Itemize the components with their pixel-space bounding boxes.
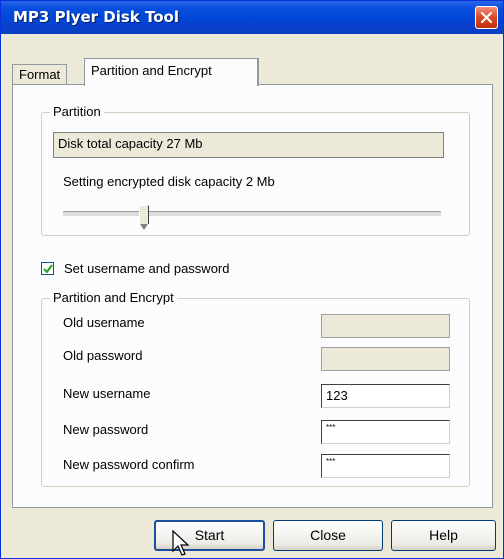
title-bar[interactable]: MP3 Plyer Disk Tool <box>1 1 503 34</box>
mouse-pointer-icon <box>172 530 190 556</box>
old-username-label: Old username <box>63 315 145 330</box>
new-password-confirm-field[interactable]: *** <box>321 454 450 478</box>
new-password-field[interactable]: *** <box>321 420 450 444</box>
tab-format[interactable]: Format <box>12 64 68 85</box>
tab-partition-and-encrypt[interactable]: Partition and Encrypt <box>84 58 259 86</box>
partition-group-label: Partition <box>50 104 104 119</box>
new-username-label: New username <box>63 386 151 401</box>
encrypted-capacity-label: Setting encrypted disk capacity 2 Mb <box>63 174 275 189</box>
start-button[interactable]: Start <box>154 520 265 551</box>
checkmark-icon <box>43 264 53 274</box>
capacity-slider-thumb[interactable] <box>139 205 149 230</box>
new-username-field[interactable]: 123 <box>321 384 450 408</box>
new-password-label: New password <box>63 422 149 437</box>
old-password-field[interactable] <box>321 347 450 371</box>
help-button[interactable]: Help <box>391 520 496 551</box>
capacity-slider-track[interactable] <box>63 211 441 217</box>
set-credentials-label: Set username and password <box>64 261 230 276</box>
close-button[interactable]: Close <box>273 520 383 551</box>
new-password-confirm-label: New password confirm <box>63 457 195 472</box>
close-icon <box>480 11 493 24</box>
window-title: MP3 Plyer Disk Tool <box>13 8 179 26</box>
old-username-field[interactable] <box>321 314 450 338</box>
app-window: MP3 Plyer Disk Tool Format Partition and… <box>0 0 504 559</box>
set-credentials-checkbox[interactable] <box>41 262 54 275</box>
credentials-group-label: Partition and Encrypt <box>50 290 177 305</box>
total-capacity-readout: Disk total capacity 27 Mb <box>53 132 444 158</box>
window-close-button[interactable] <box>475 6 498 29</box>
old-password-label: Old password <box>63 348 143 363</box>
